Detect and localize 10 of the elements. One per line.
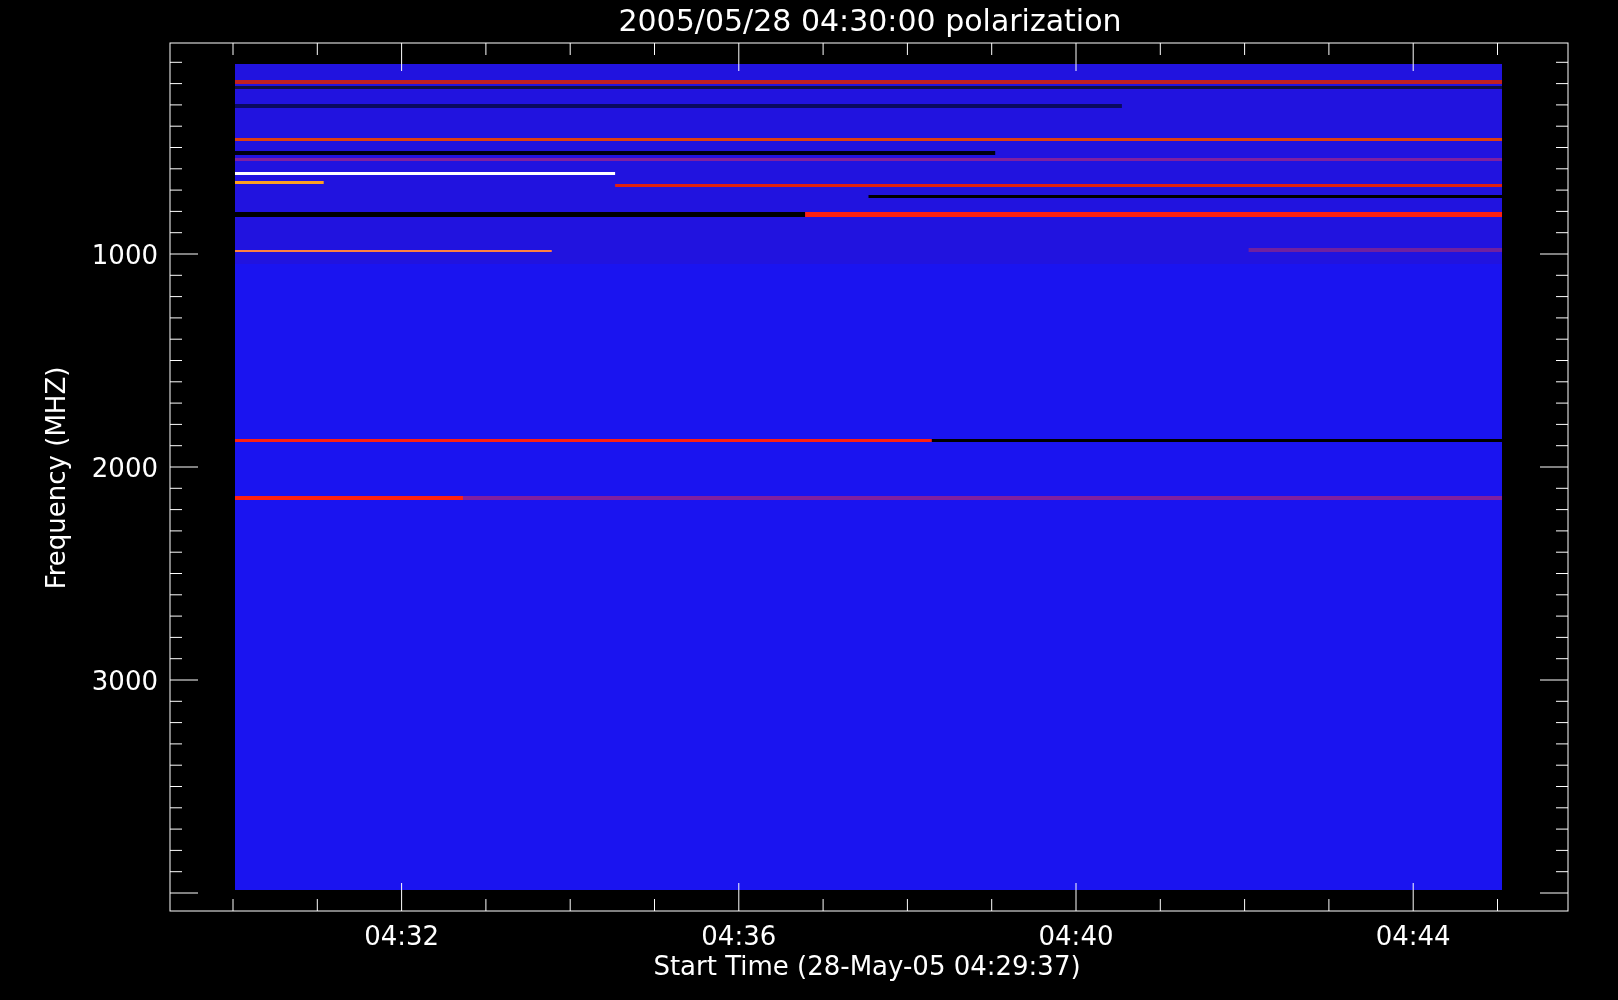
x-tick-label: 04:36 (701, 921, 777, 951)
y-tick-label: 3000 (91, 666, 158, 696)
chart-title: 2005/05/28 04:30:00 polarization (618, 3, 1122, 38)
x-tick-label: 04:40 (1038, 921, 1114, 951)
y-axis-label: Frequency (MHZ) (41, 366, 71, 590)
x-tick-label: 04:32 (364, 921, 440, 951)
x-tick-label: 04:44 (1375, 921, 1451, 951)
y-tick-label: 1000 (91, 240, 158, 270)
x-axis-label: Start Time (28-May-05 04:29:37) (653, 951, 1081, 981)
y-tick-label: 2000 (91, 453, 158, 483)
